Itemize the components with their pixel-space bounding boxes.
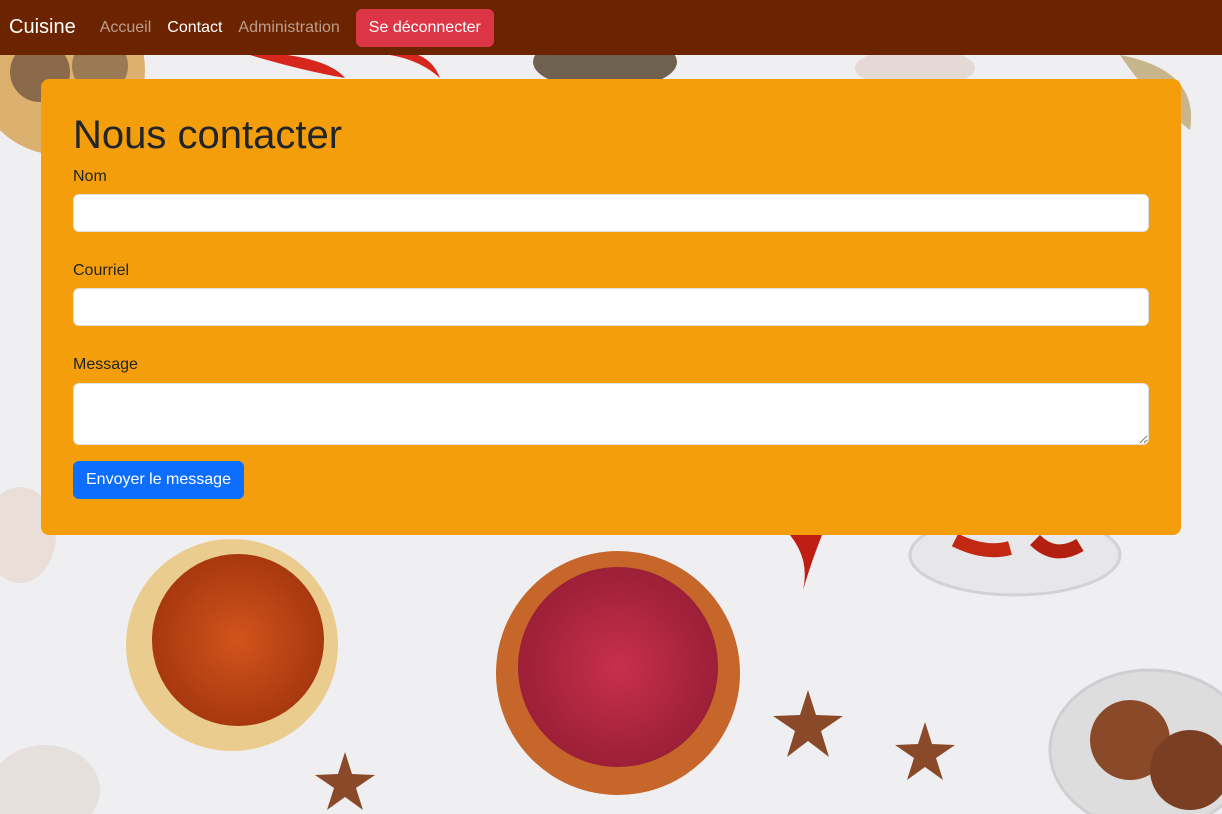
contact-form: Nom Courriel Message Envoyer le message [73, 167, 1149, 499]
email-input[interactable] [73, 288, 1149, 327]
contact-card: Nous contacter Nom Courriel Message Envo… [41, 79, 1181, 535]
message-textarea[interactable] [73, 382, 1149, 445]
brand-link[interactable]: Cuisine [9, 16, 76, 39]
page-title: Nous contacter [73, 113, 343, 157]
navbar: Cuisine Accueil Contact Administration S… [0, 0, 1222, 55]
nav-link-accueil[interactable]: Accueil [100, 19, 152, 37]
logout-button[interactable]: Se déconnecter [355, 8, 494, 47]
nav-link-contact[interactable]: Contact [167, 19, 222, 37]
message-label: Message [73, 356, 138, 374]
name-input[interactable] [73, 194, 1149, 233]
nav-link-administration[interactable]: Administration [238, 19, 339, 37]
send-message-button[interactable]: Envoyer le message [73, 460, 244, 499]
name-label: Nom [73, 168, 107, 185]
email-label: Courriel [73, 262, 130, 280]
